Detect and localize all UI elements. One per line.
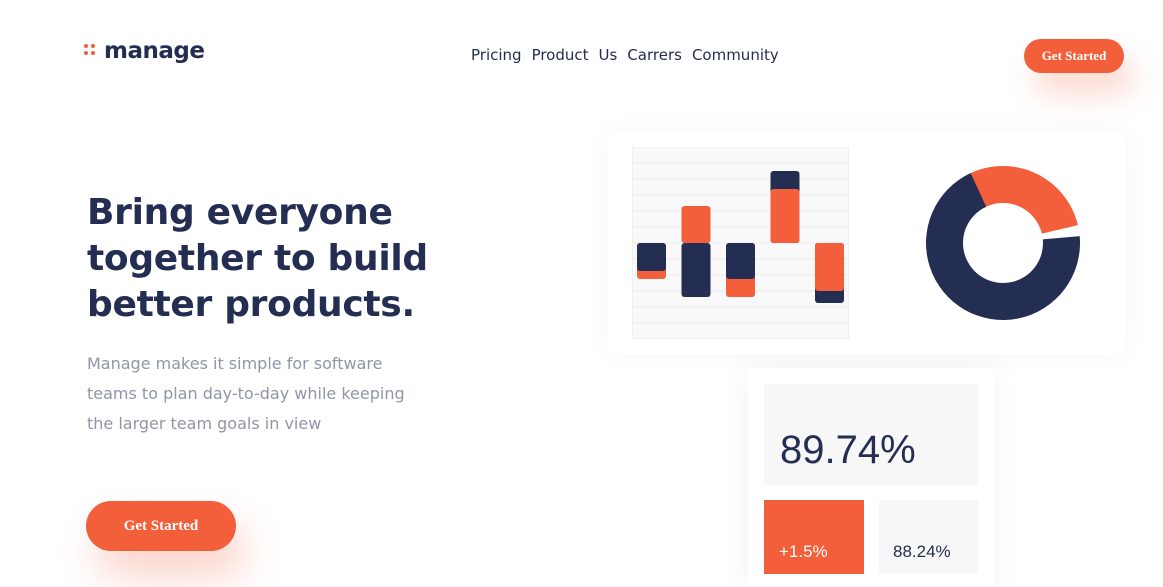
logo[interactable]: manage: [84, 38, 205, 64]
bar-navy: [637, 243, 666, 271]
nav-link-pricing[interactable]: Pricing: [471, 46, 522, 64]
bar-orange: [681, 206, 711, 243]
bar-navy: [726, 243, 755, 279]
stat-secondary-value: 88.24%: [893, 542, 951, 561]
stat-change-value: +1.5%: [779, 542, 828, 561]
bar-orange: [815, 243, 844, 291]
stat-main-value: 89.74%: [780, 428, 916, 472]
nav-link-product[interactable]: Product: [532, 46, 589, 64]
header-get-started-button[interactable]: Get Started: [1024, 39, 1124, 73]
nav-link-community[interactable]: Community: [692, 46, 779, 64]
hero-get-started-button[interactable]: Get Started: [86, 501, 236, 551]
nav-link-us[interactable]: Us: [599, 46, 618, 64]
hero-title: Bring everyone together to build better …: [87, 192, 428, 325]
main-nav: Pricing Product Us Carrers Community: [471, 46, 779, 64]
stat-secondary-panel: 88.24%: [879, 500, 978, 574]
stat-main-panel: 89.74%: [764, 384, 978, 485]
bar-orange: [770, 189, 800, 243]
logo-text: manage: [104, 38, 205, 64]
nav-link-carrers[interactable]: Carrers: [627, 46, 682, 64]
bar-chart: [632, 147, 849, 339]
hero-description: Manage makes it simple for software team…: [87, 354, 405, 433]
donut-chart: [926, 166, 1080, 320]
bar-navy: [681, 243, 711, 297]
logo-mark-icon: [84, 44, 98, 58]
stat-change-panel: +1.5%: [764, 500, 864, 574]
